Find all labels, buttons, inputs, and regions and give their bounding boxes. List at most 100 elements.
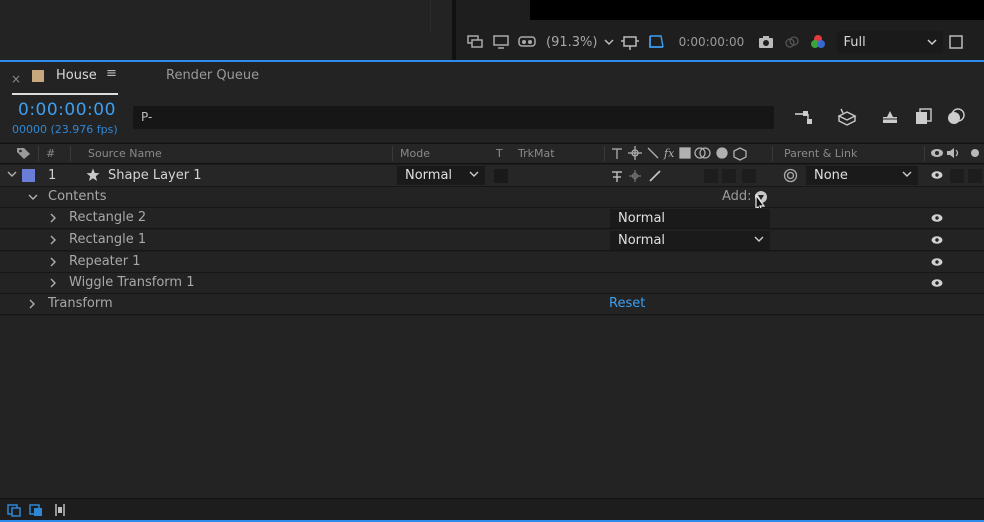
- chevron-right-icon[interactable]: [48, 256, 58, 270]
- close-tab-icon[interactable]: ×: [11, 72, 21, 86]
- transparency-grid-icon[interactable]: [643, 31, 669, 53]
- shape-operator-row[interactable]: Wiggle Transform 1: [0, 273, 984, 294]
- current-time-display[interactable]: 0:00:00:00: [18, 100, 116, 120]
- switch-box[interactable]: [722, 169, 736, 183]
- chevron-down-icon: [902, 168, 912, 181]
- shape-group-row[interactable]: Rectangle 1 Normal: [0, 230, 984, 251]
- label-tag-icon[interactable]: [16, 146, 32, 163]
- chevron-down-icon[interactable]: [601, 31, 617, 53]
- draft-3d-icon[interactable]: [835, 106, 859, 128]
- vr-goggles-icon[interactable]: [514, 31, 540, 53]
- blend-mode-dropdown[interactable]: Normal: [610, 209, 770, 228]
- camera-icon[interactable]: [753, 31, 779, 53]
- blend-mode-dropdown[interactable]: Normal: [610, 231, 770, 250]
- column-divider: [772, 146, 773, 161]
- chevron-right-icon[interactable]: [48, 234, 58, 248]
- layer-name[interactable]: Shape Layer 1: [108, 168, 202, 183]
- blend-mode-value: Normal: [618, 211, 666, 226]
- transform-row[interactable]: Transform Reset: [0, 294, 984, 315]
- zoom-level[interactable]: (91.3%): [546, 35, 597, 50]
- chevron-down-icon[interactable]: [7, 168, 17, 182]
- layer-mode-dropdown[interactable]: Normal: [397, 166, 485, 185]
- eye-icon[interactable]: [931, 234, 943, 246]
- chevron-right-icon[interactable]: [48, 212, 58, 226]
- pick-whip-icon[interactable]: [783, 168, 798, 187]
- preserve-transparency-checkbox[interactable]: [494, 169, 508, 183]
- column-number[interactable]: #: [46, 147, 55, 160]
- chevron-down-icon: [754, 233, 764, 246]
- reset-link[interactable]: Reset: [609, 296, 645, 311]
- audio-switch-box[interactable]: [950, 169, 964, 183]
- parent-dropdown[interactable]: None: [806, 166, 918, 185]
- modes-toggle-icon[interactable]: [28, 502, 44, 518]
- composition-color-swatch: [32, 70, 44, 82]
- timeline-tabs: × House ≡ Render Queue: [0, 62, 984, 96]
- svg-text:fx: fx: [663, 147, 675, 160]
- frame-rate-display: 00000 (23.976 fps): [12, 123, 118, 136]
- layer-row[interactable]: 1 Shape Layer 1 Normal None: [0, 165, 984, 187]
- switch-box[interactable]: [704, 169, 718, 183]
- tab-house[interactable]: House: [56, 68, 97, 83]
- chevron-right-icon[interactable]: [27, 298, 37, 312]
- shape-operator-name[interactable]: Repeater 1: [69, 254, 141, 269]
- tab-render-queue[interactable]: Render Queue: [166, 68, 259, 83]
- column-source-name[interactable]: Source Name: [88, 147, 162, 160]
- shape-group-name[interactable]: Rectangle 2: [69, 210, 146, 225]
- resolution-dropdown[interactable]: Full: [837, 31, 944, 53]
- chevron-down-icon[interactable]: [28, 191, 38, 205]
- motion-blur-icon[interactable]: [944, 106, 968, 128]
- layer-switches-icons[interactable]: fx: [610, 145, 760, 164]
- show-snapshot-icon[interactable]: [779, 31, 805, 53]
- layer-label-color[interactable]: [22, 169, 35, 182]
- search-icon: P-: [141, 110, 153, 124]
- quality-switch-icon[interactable]: [648, 169, 662, 187]
- region-of-interest-icon[interactable]: [617, 31, 643, 53]
- eye-icon[interactable]: [931, 277, 943, 289]
- column-t[interactable]: T: [496, 147, 503, 160]
- color-channel-icon[interactable]: [805, 31, 831, 53]
- active-tab-indicator: [12, 93, 118, 95]
- layer-search-input[interactable]: P-: [133, 106, 774, 129]
- hide-shy-layers-icon[interactable]: [878, 106, 902, 128]
- panel-divider: [430, 0, 431, 32]
- shape-group-row[interactable]: Rectangle 2 Normal: [0, 208, 984, 229]
- switch-box[interactable]: [742, 169, 756, 183]
- column-divider: [70, 146, 71, 161]
- av-switch-icons[interactable]: [930, 146, 984, 163]
- column-trkmat[interactable]: TrkMat: [518, 147, 555, 160]
- panel-menu-icon[interactable]: ≡: [106, 66, 117, 81]
- contents-row[interactable]: Contents Add:: [0, 187, 984, 213]
- fast-previews-icon[interactable]: [943, 31, 969, 53]
- time-stretch-toggle-icon[interactable]: [52, 502, 68, 518]
- composition-flowchart-icon[interactable]: [792, 106, 816, 128]
- timeline-controls: 0:00:00:00 00000 (23.976 fps) P-: [0, 96, 984, 142]
- eye-icon[interactable]: [931, 212, 943, 224]
- star-shape-icon: [86, 168, 100, 186]
- monitor-icon[interactable]: [488, 31, 514, 53]
- frame-blending-icon[interactable]: [912, 106, 936, 128]
- viewer-timecode[interactable]: 0:00:00:00: [669, 35, 753, 49]
- shape-operator-name[interactable]: Wiggle Transform 1: [69, 275, 195, 290]
- timeline-empty-area: [0, 316, 984, 498]
- eye-icon[interactable]: [931, 169, 943, 181]
- shape-group-name[interactable]: Rectangle 1: [69, 232, 146, 247]
- column-parent-link[interactable]: Parent & Link: [784, 147, 857, 160]
- layer-switches-toggle-icon[interactable]: [6, 502, 22, 518]
- collapse-switch-icon[interactable]: [628, 169, 642, 187]
- always-preview-icon[interactable]: [462, 31, 488, 53]
- chevron-right-icon[interactable]: [48, 277, 58, 291]
- eye-icon[interactable]: [931, 256, 943, 268]
- viewer-canvas: [530, 0, 984, 20]
- chevron-down-icon: [927, 35, 937, 50]
- column-divider: [924, 146, 925, 161]
- column-mode[interactable]: Mode: [400, 147, 430, 160]
- transform-label: Transform: [48, 296, 113, 311]
- shape-operator-row[interactable]: Repeater 1: [0, 252, 984, 273]
- timeline-footer: [0, 498, 984, 520]
- parent-value: None: [814, 168, 848, 183]
- layer-number: 1: [48, 168, 57, 183]
- viewer-toolbar: (91.3%) 0:00:00:00 Full: [456, 28, 984, 56]
- shy-switch-icon[interactable]: [610, 169, 624, 187]
- column-divider: [392, 146, 393, 161]
- solo-switch-box[interactable]: [968, 169, 982, 183]
